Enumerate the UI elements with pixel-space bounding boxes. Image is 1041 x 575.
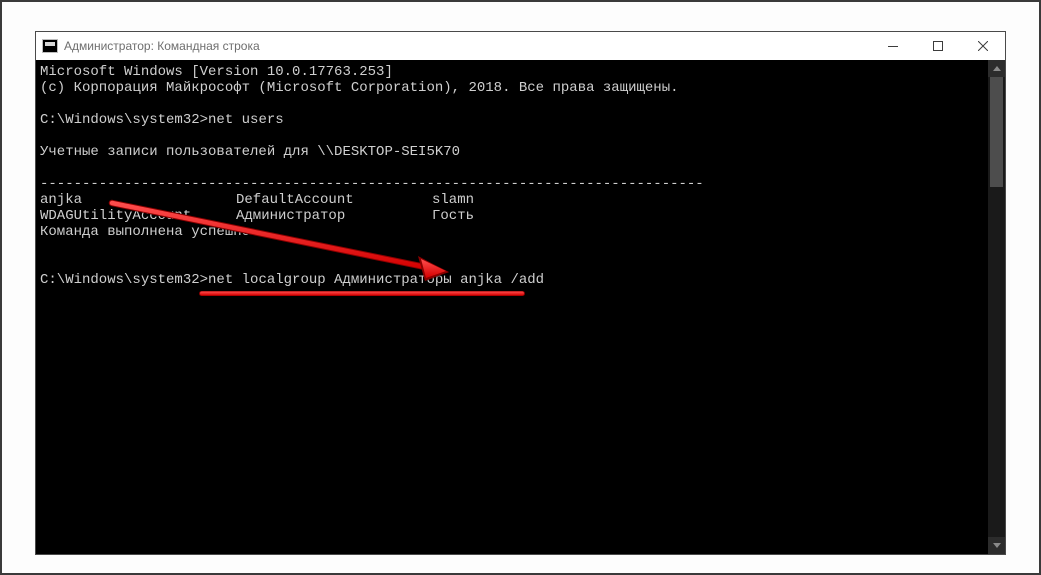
vertical-scrollbar[interactable]: [988, 60, 1005, 554]
titlebar[interactable]: Администратор: Командная строка: [36, 32, 1005, 60]
user-cell: WDAGUtilityAccount: [40, 208, 236, 224]
cmd-icon: [42, 39, 58, 53]
prompt-1-path: C:\Windows\system32>: [40, 112, 208, 128]
prompt-2-cmd: net localgroup Администраторы anjka /add: [208, 272, 544, 288]
scroll-thumb[interactable]: [990, 77, 1003, 187]
window-controls: [870, 32, 1005, 60]
prompt-2-path: C:\Windows\system32>: [40, 272, 208, 288]
prompt-1-cmd: net users: [208, 112, 284, 128]
copyright-line: (c) Корпорация Майкрософт (Microsoft Cor…: [40, 80, 679, 96]
close-button[interactable]: [960, 32, 1005, 60]
user-cell: slamn: [432, 192, 474, 208]
minimize-button[interactable]: [870, 32, 915, 60]
user-cell: anjka: [40, 192, 236, 208]
user-cell: Администратор: [236, 208, 432, 224]
scroll-up-button[interactable]: [988, 60, 1005, 77]
scroll-down-button[interactable]: [988, 537, 1005, 554]
accounts-header: Учетные записи пользователей для \\DESKT…: [40, 144, 460, 160]
window-title: Администратор: Командная строка: [64, 39, 260, 53]
dashes: ----------------------------------------…: [40, 176, 704, 192]
user-cell: Гость: [432, 208, 474, 224]
terminal-output[interactable]: Microsoft Windows [Version 10.0.17763.25…: [36, 60, 988, 554]
done-line: Команда выполнена успешно.: [40, 224, 258, 240]
version-line: Microsoft Windows [Version 10.0.17763.25…: [40, 64, 393, 80]
maximize-button[interactable]: [915, 32, 960, 60]
user-cell: DefaultAccount: [236, 192, 432, 208]
cmd-window: Администратор: Командная строка Microsof…: [35, 31, 1006, 555]
console-area: Microsoft Windows [Version 10.0.17763.25…: [36, 60, 1005, 554]
